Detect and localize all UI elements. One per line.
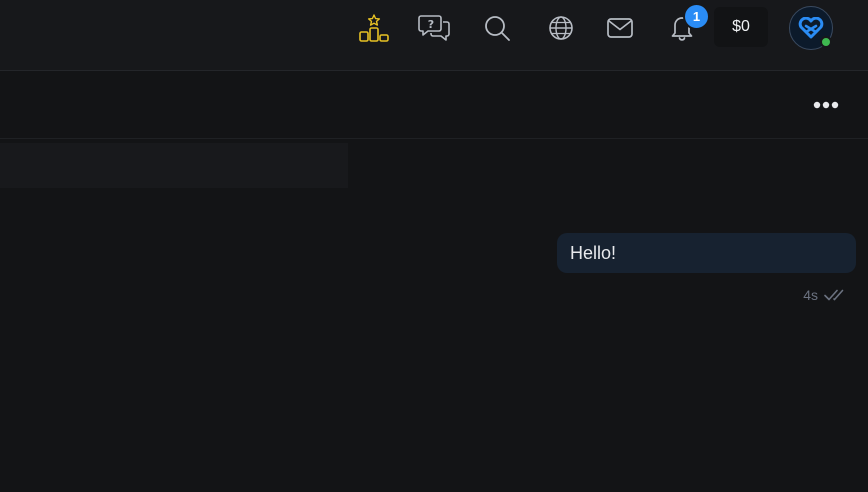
help-chat-button[interactable]: ? xyxy=(417,11,453,45)
help-chat-icon: ? xyxy=(418,15,450,41)
leaderboard-icon xyxy=(359,14,389,42)
globe-icon xyxy=(549,16,573,40)
online-status-indicator xyxy=(820,36,832,48)
more-dots-icon xyxy=(813,101,839,109)
search-button[interactable] xyxy=(479,11,515,45)
message-timestamp: 4s xyxy=(803,287,818,303)
notification-count-badge: 1 xyxy=(683,3,710,30)
mail-icon xyxy=(607,18,633,38)
message-bubble: Hello! xyxy=(557,233,856,273)
chat-header xyxy=(0,71,868,139)
loading-placeholder xyxy=(0,143,348,188)
more-options-button[interactable] xyxy=(808,92,844,118)
double-check-icon xyxy=(824,289,844,301)
leaderboard-button[interactable] xyxy=(356,11,392,45)
message-meta: 4s xyxy=(803,287,852,303)
brand-logo-icon xyxy=(798,17,824,39)
language-button[interactable] xyxy=(543,11,579,45)
svg-text:?: ? xyxy=(428,18,434,31)
message-text: Hello! xyxy=(570,242,617,263)
balance-button[interactable]: $0 xyxy=(714,7,768,47)
messages-button[interactable] xyxy=(602,11,638,45)
search-icon xyxy=(485,16,510,41)
